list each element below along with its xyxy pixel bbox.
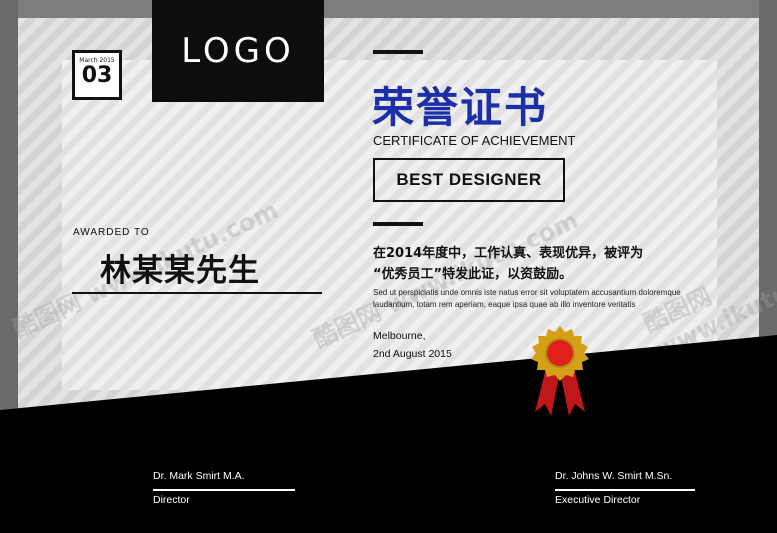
date-day: 03: [81, 63, 113, 88]
issue-date: 2nd August 2015: [373, 348, 452, 360]
title-accent-bar: [373, 50, 423, 54]
logo-block: LOGO: [152, 0, 324, 102]
certificate-subtitle: CERTIFICATE OF ACHIEVEMENT: [373, 133, 576, 148]
certificate-title: 荣誉证书: [372, 83, 549, 132]
issue-place: Melbourne,: [373, 330, 426, 342]
medal-seal-icon: [531, 326, 589, 416]
award-statement: 在2014年度中，工作认真、表现优异，被评为 “优秀员工”特发此证，以资鼓励。: [373, 243, 703, 285]
certificate: 酷图网 www.ikutu.com 酷图网 www.ikutu.com 酷图网 …: [0, 0, 777, 533]
signature-2-role: Executive Director: [555, 494, 641, 506]
date-badge: March 2015 03: [72, 50, 122, 100]
body-paragraph: Sed ut perspiciatis unde omnis iste natu…: [373, 288, 681, 309]
recipient-name: 林某某先生: [100, 253, 260, 289]
signature-1-name: Dr. Mark Smirt M.A.: [153, 470, 245, 482]
issue-info: Melbourne, 2nd August 2015: [373, 327, 452, 363]
recipient-underline: [72, 292, 322, 294]
signature-2-name: Dr. Johns W. Smirt M.Sn.: [555, 470, 673, 482]
signature-2-line: [555, 489, 695, 491]
logo-text: LOGO: [181, 31, 295, 71]
signature-1-line: [153, 489, 295, 491]
awarded-label: AWARDED TO: [73, 227, 150, 238]
signature-1-role: Director: [153, 494, 190, 506]
award-box: BEST DESIGNER: [373, 158, 565, 202]
body-accent-bar: [373, 222, 423, 226]
award-statement-line1: 在2014年度中，工作认真、表现优异，被评为: [373, 246, 644, 261]
award-label: BEST DESIGNER: [396, 170, 542, 189]
frame-top: [0, 0, 777, 18]
award-statement-line2: “优秀员工”特发此证，以资鼓励。: [373, 267, 573, 282]
